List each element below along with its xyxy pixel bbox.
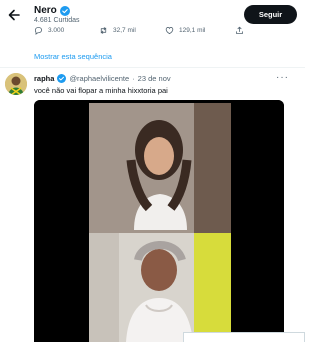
tweet-author-line: rapha @raphaelvilicente · 23 de nov <box>34 74 171 83</box>
avatar[interactable] <box>5 73 27 95</box>
verified-badge-icon <box>57 74 67 83</box>
tweet-media[interactable] <box>34 100 284 342</box>
profile-name[interactable]: Nero <box>34 5 70 16</box>
share-icon <box>236 26 243 35</box>
avatar-image <box>5 73 27 95</box>
reply-composer[interactable] <box>183 332 305 342</box>
back-arrow-icon[interactable] <box>6 7 22 23</box>
like-icon <box>165 27 174 35</box>
follow-button[interactable]: Seguir <box>244 5 297 24</box>
like-button[interactable]: 129,1 mil <box>165 26 205 35</box>
media-image <box>34 100 284 342</box>
profile-stat: 4.681 Curtidas <box>34 17 80 24</box>
retweet-icon <box>100 27 107 34</box>
separator: · <box>132 74 135 83</box>
tweet-action-bar: 3.000 32,7 mil 129,1 mil <box>0 26 305 40</box>
tweet-date[interactable]: 23 de nov <box>138 74 171 83</box>
tweet-text: você não vai flopar a minha hixxtoria pa… <box>34 86 168 95</box>
show-thread-link[interactable]: Mostrar esta sequência <box>34 52 112 61</box>
author-handle[interactable]: @raphaelvilicente <box>69 74 129 83</box>
more-icon[interactable]: ··· <box>276 72 289 83</box>
retweet-button[interactable]: 32,7 mil <box>99 26 136 35</box>
verified-badge-icon <box>59 5 70 16</box>
reply-icon <box>34 26 43 35</box>
divider <box>0 67 305 68</box>
reply-button[interactable]: 3.000 <box>34 26 64 35</box>
author-name[interactable]: rapha <box>34 74 54 83</box>
share-button[interactable] <box>235 26 244 35</box>
